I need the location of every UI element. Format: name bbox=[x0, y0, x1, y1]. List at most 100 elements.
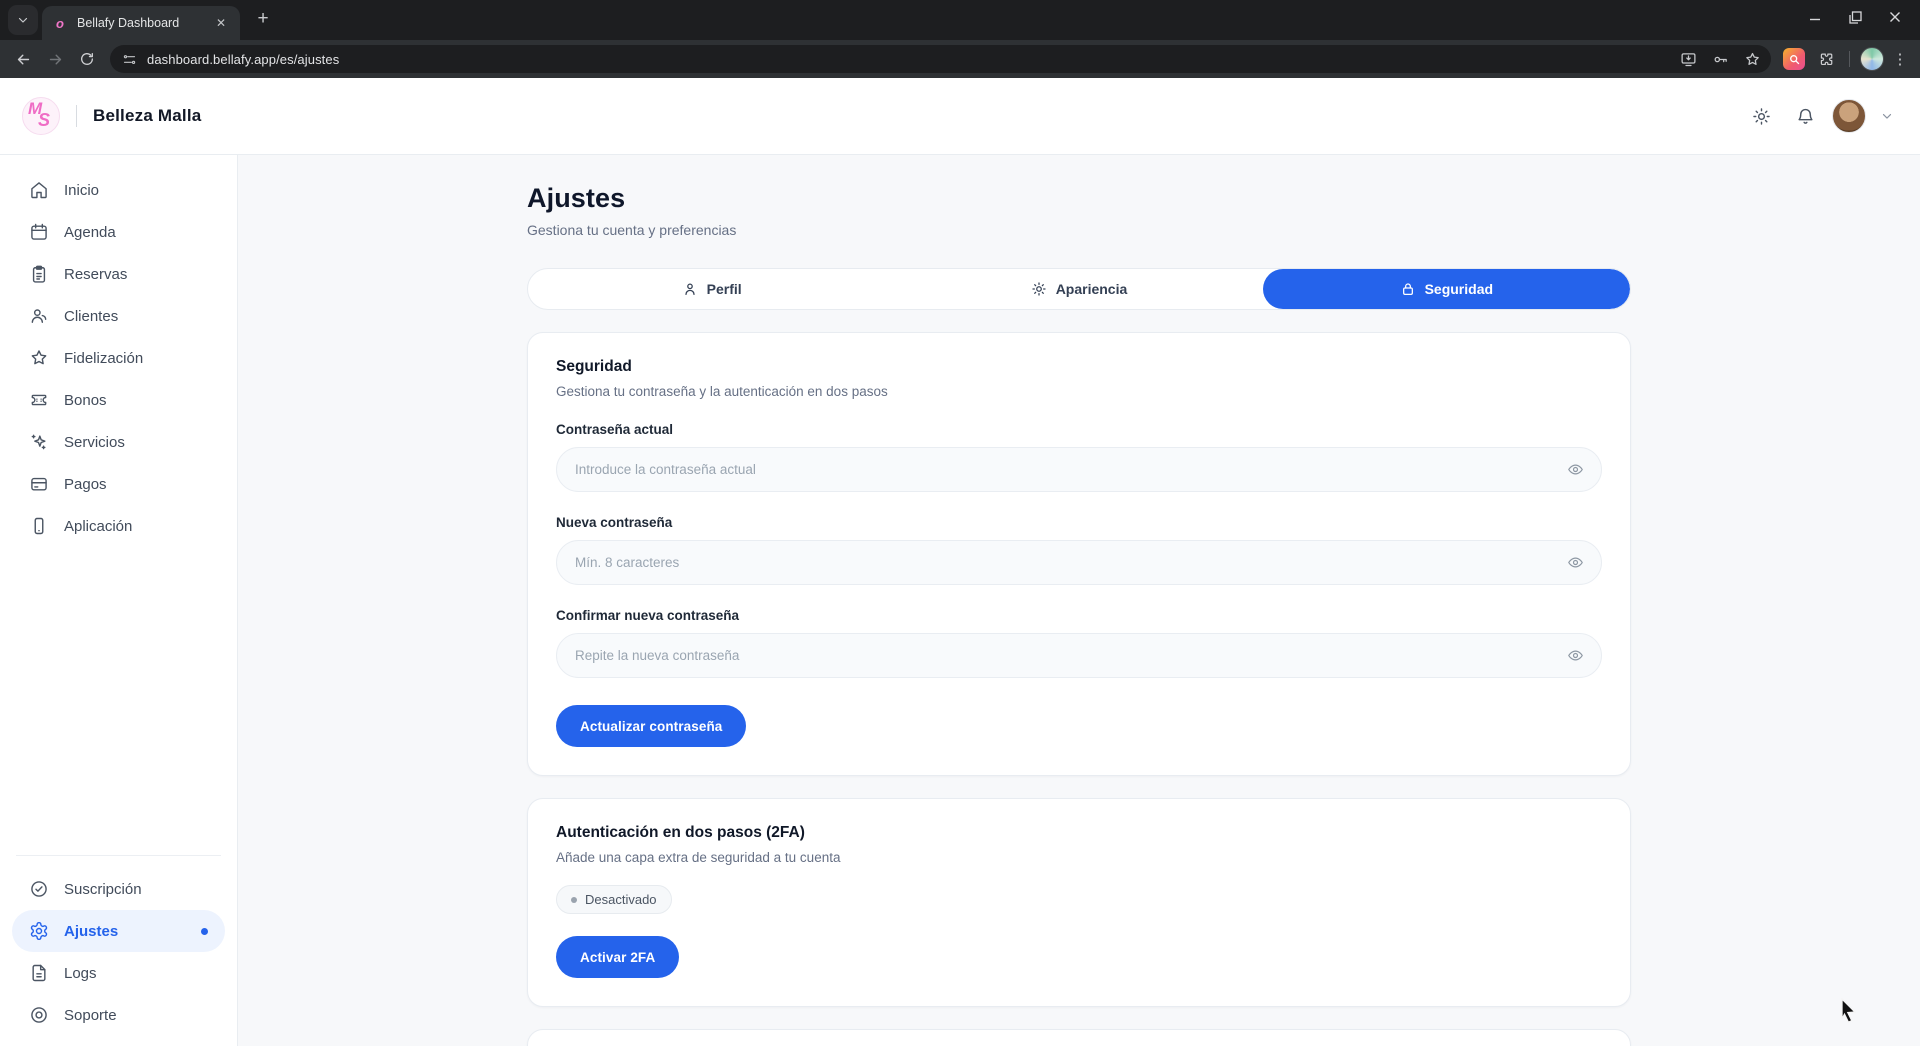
sidebar-spacer bbox=[12, 547, 225, 847]
card-description: Añade una capa extra de seguridad a tu c… bbox=[556, 850, 1602, 865]
sidebar-item-label: Bonos bbox=[64, 392, 107, 409]
sidebar-item-label: Ajustes bbox=[64, 923, 118, 940]
main-content: Ajustes Gestiona tu cuenta y preferencia… bbox=[238, 155, 1920, 1046]
new-password-wrap bbox=[556, 540, 1602, 585]
calendar-icon bbox=[29, 222, 49, 242]
toggle-password-visibility-button[interactable] bbox=[1564, 645, 1586, 667]
status-dot-icon bbox=[571, 897, 577, 903]
eye-icon bbox=[1567, 461, 1584, 478]
user-icon bbox=[682, 281, 698, 297]
logo-letter-s: S bbox=[38, 110, 50, 131]
browser-profile-avatar[interactable] bbox=[1860, 47, 1884, 71]
current-password-label: Contraseña actual bbox=[556, 422, 1602, 437]
sparkles-icon bbox=[29, 432, 49, 452]
card-description: Gestiona tu contraseña y la autenticació… bbox=[556, 384, 1602, 399]
confirm-password-input[interactable] bbox=[556, 633, 1602, 678]
notification-dot bbox=[201, 928, 208, 935]
card-title: Seguridad bbox=[556, 358, 1602, 376]
window-controls bbox=[1800, 0, 1910, 34]
sidebar-item-aplicacion[interactable]: Aplicación bbox=[12, 505, 225, 547]
profile-menu-button[interactable] bbox=[1876, 105, 1898, 127]
tab-search-button[interactable] bbox=[8, 5, 38, 35]
clipboard-icon bbox=[29, 264, 49, 284]
notifications-button[interactable] bbox=[1788, 99, 1822, 133]
url-bar[interactable]: dashboard.bellafy.app/es/ajustes bbox=[110, 45, 1771, 73]
close-window-button[interactable] bbox=[1880, 3, 1910, 31]
sun-icon bbox=[1752, 107, 1771, 126]
confirm-password-label: Confirmar nueva contraseña bbox=[556, 608, 1602, 623]
back-icon bbox=[15, 51, 32, 68]
forward-button[interactable] bbox=[40, 44, 70, 74]
eye-icon bbox=[1567, 554, 1584, 571]
sidebar-item-suscripcion[interactable]: Suscripción bbox=[12, 868, 225, 910]
sidebar-item-logs[interactable]: Logs bbox=[12, 952, 225, 994]
site-info-icon[interactable] bbox=[122, 52, 137, 67]
app-header: M S Belleza Malla bbox=[0, 78, 1920, 155]
browser-toolbar: dashboard.bellafy.app/es/ajustes ⋮ bbox=[0, 40, 1920, 78]
url-text[interactable]: dashboard.bellafy.app/es/ajustes bbox=[147, 52, 1665, 67]
passwords-button[interactable] bbox=[1707, 46, 1733, 72]
security-card: Seguridad Gestiona tu contraseña y la au… bbox=[527, 332, 1631, 776]
restore-button[interactable] bbox=[1840, 3, 1870, 31]
sidebar-item-label: Pagos bbox=[64, 476, 107, 493]
bookmark-button[interactable] bbox=[1739, 46, 1765, 72]
chevron-down-icon bbox=[1880, 109, 1894, 123]
sidebar-item-pagos[interactable]: Pagos bbox=[12, 463, 225, 505]
activate-2fa-button[interactable]: Activar 2FA bbox=[556, 936, 679, 978]
tab-label: Perfil bbox=[707, 281, 742, 297]
tab-perfil[interactable]: Perfil bbox=[528, 269, 895, 309]
tune-icon bbox=[122, 52, 137, 67]
sidebar-divider bbox=[16, 855, 221, 856]
forward-icon bbox=[47, 51, 64, 68]
reload-icon bbox=[79, 51, 95, 67]
sidebar-item-inicio[interactable]: Inicio bbox=[12, 169, 225, 211]
sidebar-item-label: Fidelización bbox=[64, 350, 143, 367]
extension-shortcut-icon[interactable] bbox=[1783, 48, 1805, 70]
tab-apariencia[interactable]: Apariencia bbox=[895, 269, 1262, 309]
key-icon bbox=[1712, 51, 1729, 68]
monitor-download-icon bbox=[1680, 51, 1697, 68]
toolbar-divider bbox=[1849, 51, 1850, 67]
tab-close-icon[interactable]: ✕ bbox=[212, 14, 230, 32]
sidebar-item-bonos[interactable]: Bonos bbox=[12, 379, 225, 421]
new-password-input[interactable] bbox=[556, 540, 1602, 585]
card-title: Autenticación en dos pasos (2FA) bbox=[556, 824, 1602, 842]
minimize-button[interactable] bbox=[1800, 3, 1830, 31]
sidebar-item-fidelizacion[interactable]: Fidelización bbox=[12, 337, 225, 379]
install-app-button[interactable] bbox=[1675, 46, 1701, 72]
theme-toggle-button[interactable] bbox=[1744, 99, 1778, 133]
extensions-button[interactable] bbox=[1811, 44, 1841, 74]
browser-tab[interactable]: o Bellafy Dashboard ✕ bbox=[42, 6, 240, 40]
sidebar-item-label: Servicios bbox=[64, 434, 125, 451]
sidebar-item-reservas[interactable]: Reservas bbox=[12, 253, 225, 295]
sidebar-item-soporte[interactable]: Soporte bbox=[12, 994, 225, 1036]
brand-logo[interactable]: M S bbox=[22, 97, 60, 135]
current-password-input[interactable] bbox=[556, 447, 1602, 492]
back-button[interactable] bbox=[8, 44, 38, 74]
browser-tab-title: Bellafy Dashboard bbox=[77, 16, 203, 30]
update-password-button[interactable]: Actualizar contraseña bbox=[556, 705, 746, 747]
file-icon bbox=[29, 963, 49, 983]
reload-button[interactable] bbox=[72, 44, 102, 74]
user-avatar[interactable] bbox=[1832, 99, 1866, 133]
settings-tabs: Perfil Apariencia Seguridad bbox=[527, 268, 1631, 310]
toggle-password-visibility-button[interactable] bbox=[1564, 552, 1586, 574]
toggle-password-visibility-button[interactable] bbox=[1564, 459, 1586, 481]
sidebar-item-ajustes[interactable]: Ajustes bbox=[12, 910, 225, 952]
sidebar-item-label: Aplicación bbox=[64, 518, 132, 535]
sidebar-item-agenda[interactable]: Agenda bbox=[12, 211, 225, 253]
sidebar-item-label: Inicio bbox=[64, 182, 99, 199]
delete-account-card: Eliminar cuenta Esta acción es permanent… bbox=[527, 1029, 1631, 1046]
tab-seguridad[interactable]: Seguridad bbox=[1263, 269, 1630, 309]
sidebar-item-label: Soporte bbox=[64, 1007, 117, 1024]
star-icon bbox=[29, 348, 49, 368]
eye-icon bbox=[1567, 647, 1584, 664]
sidebar-item-servicios[interactable]: Servicios bbox=[12, 421, 225, 463]
urlbar-actions bbox=[1675, 46, 1765, 72]
credit-card-icon bbox=[29, 474, 49, 494]
new-tab-button[interactable]: + bbox=[250, 6, 276, 32]
chevron-down-icon bbox=[17, 14, 29, 26]
site-favicon: o bbox=[52, 15, 68, 31]
sidebar-item-clientes[interactable]: Clientes bbox=[12, 295, 225, 337]
browser-menu-button[interactable]: ⋮ bbox=[1888, 47, 1912, 71]
